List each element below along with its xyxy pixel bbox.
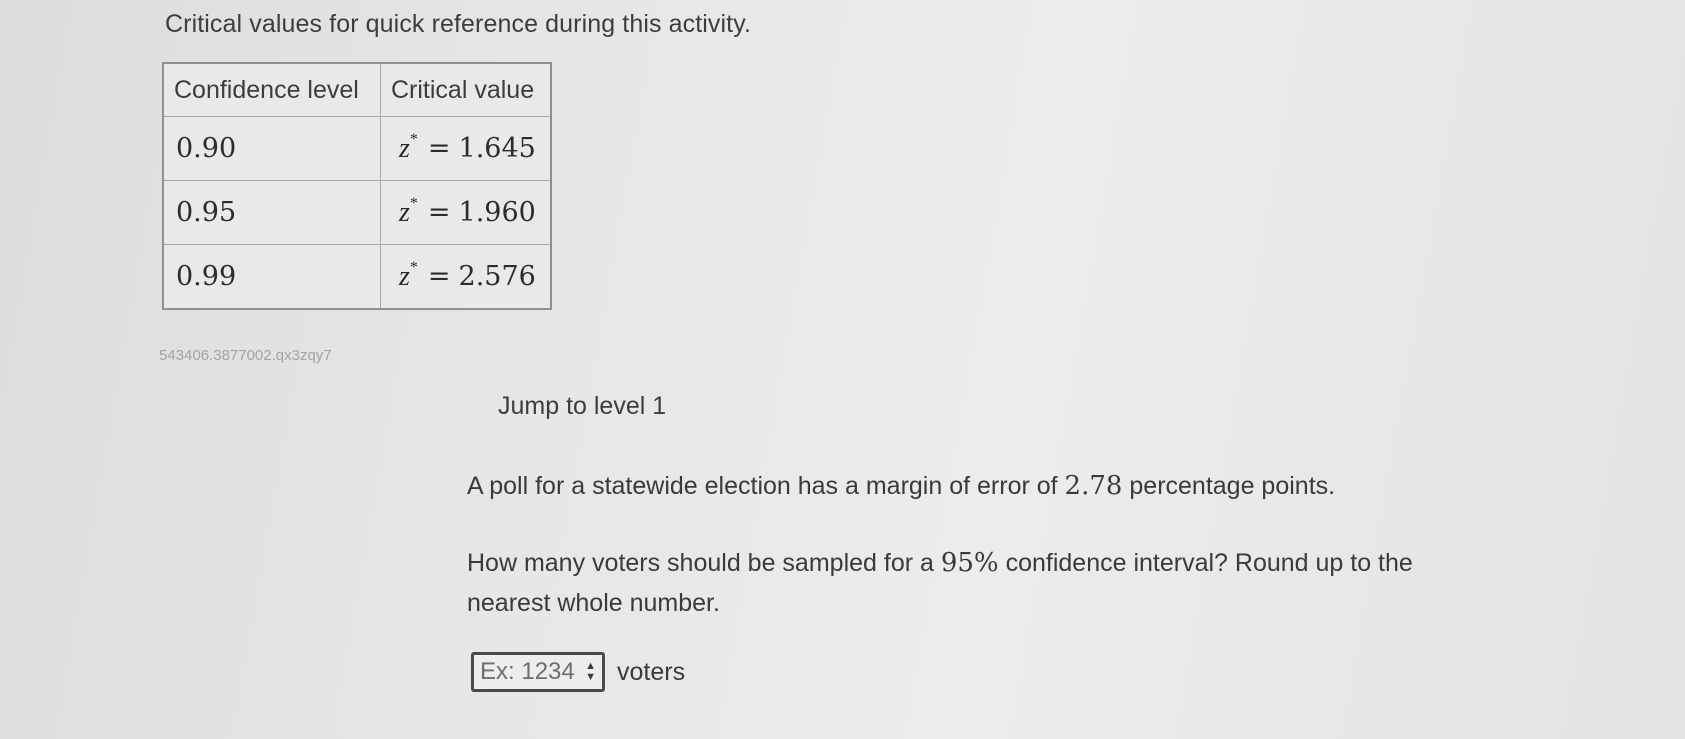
question-sample-size-text: How many voters should be sampled for a …: [467, 548, 1413, 617]
spinner-down-icon[interactable]: ▼: [585, 672, 596, 683]
reference-intro-text: Critical values for quick reference duri…: [165, 10, 752, 38]
z-star-symbol: z*: [399, 259, 418, 292]
header-critical-value: Critical value: [379, 62, 552, 117]
critical-value-cell: z* = 1.645: [379, 116, 552, 181]
activity-code: 543406.3877002.qx3zqy7: [159, 347, 332, 364]
answer-unit-label: voters: [617, 657, 686, 686]
header-confidence-level: Confidence level: [162, 62, 381, 117]
table-row: 0.90 z* = 1.645: [162, 116, 552, 181]
critical-value-number: 1.645: [458, 132, 536, 164]
question-margin-text: A poll for a statewide election has a ma…: [467, 471, 1336, 501]
table-header-row: Confidence level Critical value: [162, 62, 552, 117]
confidence-level-cell: 0.95: [162, 180, 381, 245]
table-row: 0.95 z* = 1.960: [162, 180, 552, 245]
confidence-level-cell: 0.99: [162, 244, 381, 310]
critical-value-number: 1.960: [458, 196, 536, 228]
number-spinner[interactable]: ▲ ▼: [585, 661, 596, 683]
critical-value-cell: z* = 2.576: [379, 244, 552, 310]
margin-value: 2.78: [1064, 471, 1123, 501]
critical-values-table: Confidence level Critical value 0.90 z* =…: [162, 62, 552, 310]
z-star-symbol: z*: [399, 195, 418, 228]
table-row: 0.99 z* = 2.576: [162, 244, 552, 310]
confidence-value: 95%: [940, 548, 999, 578]
answer-row: ▲ ▼ voters: [471, 652, 685, 692]
answer-input[interactable]: [474, 658, 580, 686]
z-star-symbol: z*: [399, 131, 418, 164]
confidence-level-cell: 0.90: [162, 116, 381, 181]
jump-to-level-label[interactable]: Jump to level 1: [498, 392, 666, 421]
critical-value-cell: z* = 1.960: [379, 180, 552, 245]
critical-value-number: 2.576: [458, 260, 536, 292]
answer-input-box[interactable]: ▲ ▼: [471, 652, 605, 692]
